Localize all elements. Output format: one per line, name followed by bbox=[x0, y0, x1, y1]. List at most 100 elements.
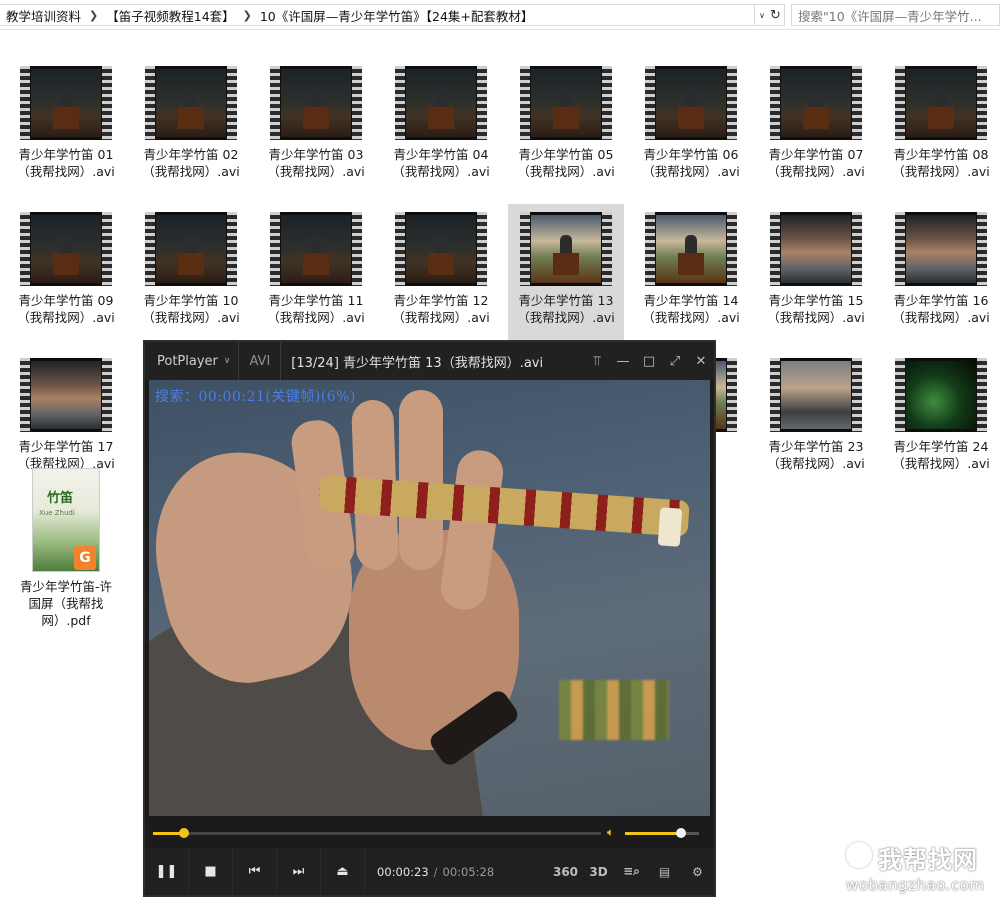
seek-row: 🔈︎ bbox=[145, 818, 714, 848]
file-name[interactable]: 青少年学竹笛 11 （我帮找网）.avi bbox=[260, 292, 372, 326]
thumbnail-desk bbox=[303, 253, 329, 275]
file-name-line: 青少年学竹笛 08 bbox=[893, 147, 989, 162]
refresh-icon[interactable]: ↻ bbox=[767, 4, 785, 26]
file-name-line: 青少年学竹笛 24 bbox=[893, 439, 989, 454]
film-strip-icon bbox=[520, 66, 530, 140]
pause-icon[interactable]: ❚❚ bbox=[145, 848, 189, 895]
video-thumbnail[interactable] bbox=[20, 358, 112, 432]
file-name[interactable]: 青少年学竹笛 07 （我帮找网）.avi bbox=[760, 146, 872, 180]
thumbnail-frame bbox=[156, 215, 226, 283]
file-name[interactable]: 青少年学竹笛 16 （我帮找网）.avi bbox=[885, 292, 997, 326]
potplayer-window[interactable]: PotPlayer ∨ AVI [13/24] 青少年学竹笛 13（我帮找网）.… bbox=[143, 340, 716, 897]
breadcrumb-item[interactable]: 教学培训资料 bbox=[0, 6, 87, 25]
thumbnail-frame bbox=[781, 361, 851, 429]
chevron-right-icon[interactable]: ❯ bbox=[87, 9, 100, 22]
seek-handle[interactable] bbox=[179, 828, 190, 838]
film-strip-icon bbox=[727, 358, 737, 432]
file-name[interactable]: 青少年学竹笛 23 （我帮找网）.avi bbox=[760, 438, 872, 472]
file-name[interactable]: 青少年学竹笛 15 （我帮找网）.avi bbox=[760, 292, 872, 326]
file-name[interactable]: 青少年学竹笛 24 （我帮找网）.avi bbox=[885, 438, 997, 472]
file-name[interactable]: 青少年学竹笛 03 （我帮找网）.avi bbox=[260, 146, 372, 180]
file-name[interactable]: 青少年学竹笛 09 （我帮找网）.avi bbox=[10, 292, 122, 326]
video-thumbnail[interactable] bbox=[520, 212, 612, 286]
volume-slider[interactable] bbox=[625, 828, 699, 838]
film-strip-icon bbox=[395, 66, 405, 140]
pin-icon[interactable]: ⫪ bbox=[584, 342, 610, 380]
file-name[interactable]: 青少年学竹笛 06 （我帮找网）.avi bbox=[635, 146, 747, 180]
video-thumbnail[interactable] bbox=[895, 358, 987, 432]
video-thumbnail[interactable] bbox=[145, 212, 237, 286]
file-name[interactable]: 青少年学竹笛-许 国屏（我帮找 网）.pdf bbox=[10, 578, 122, 629]
file-name-line: 青少年学竹笛 02 bbox=[143, 147, 239, 162]
video-thumbnail[interactable] bbox=[770, 358, 862, 432]
file-name[interactable]: 青少年学竹笛 08 （我帮找网）.avi bbox=[885, 146, 997, 180]
file-name[interactable]: 青少年学竹笛 14 （我帮找网）.avi bbox=[635, 292, 747, 326]
file-name-line: （我帮找网）.avi bbox=[142, 164, 240, 179]
file-name-line: 青少年学竹笛 03 bbox=[268, 147, 364, 162]
vr-360-button[interactable]: 360 bbox=[549, 848, 582, 895]
minimize-icon[interactable]: — bbox=[610, 342, 636, 380]
chevron-right-icon[interactable]: ❯ bbox=[241, 9, 254, 22]
file-name[interactable]: 青少年学竹笛 13 （我帮找网）.avi bbox=[510, 292, 622, 326]
magnifier-icon bbox=[846, 842, 872, 868]
seek-bar[interactable] bbox=[153, 828, 601, 838]
file-name[interactable]: 青少年学竹笛 01 （我帮找网）.avi bbox=[10, 146, 122, 180]
previous-icon[interactable]: ⏮︎ bbox=[233, 848, 277, 895]
breadcrumb[interactable]: 教学培训资料 ❯ 【笛子视频教程14套】 ❯ 10《许国屏—青少年学竹笛》【24… bbox=[0, 4, 755, 26]
video-thumbnail[interactable] bbox=[395, 66, 487, 140]
video-thumbnail[interactable] bbox=[145, 66, 237, 140]
search-input[interactable]: 搜索"10《许国屏—青少年学竹... bbox=[791, 4, 1000, 26]
playlist-search-icon[interactable]: ≡⌕ bbox=[615, 848, 648, 895]
thumbnail-frame bbox=[906, 361, 976, 429]
maximize-icon[interactable]: □ bbox=[636, 342, 662, 380]
close-icon[interactable]: ✕ bbox=[688, 342, 714, 380]
file-name[interactable]: 青少年学竹笛 10 （我帮找网）.avi bbox=[135, 292, 247, 326]
film-strip-icon bbox=[770, 66, 780, 140]
film-strip-icon bbox=[20, 212, 30, 286]
file-name-line: 青少年学竹笛 13 bbox=[518, 293, 614, 308]
video-thumbnail[interactable] bbox=[645, 212, 737, 286]
breadcrumb-item[interactable]: 【笛子视频教程14套】 bbox=[100, 6, 240, 25]
file-name-line: （我帮找网）.avi bbox=[767, 310, 865, 325]
video-thumbnail[interactable] bbox=[270, 66, 362, 140]
file-name[interactable]: 青少年学竹笛 04 （我帮找网）.avi bbox=[385, 146, 497, 180]
thumbnail-desk bbox=[428, 107, 454, 129]
film-strip-icon bbox=[977, 66, 987, 140]
volume-icon[interactable]: 🔈︎ bbox=[607, 825, 614, 840]
3d-button[interactable]: 3D bbox=[582, 848, 615, 895]
fullscreen-icon[interactable]: ⤢ bbox=[662, 342, 688, 380]
video-frame[interactable]: 搜索：00:00:21(关键帧)(6%) bbox=[149, 380, 710, 816]
video-thumbnail[interactable] bbox=[895, 212, 987, 286]
eject-icon[interactable]: ⏏︎ bbox=[321, 848, 365, 895]
file-name-line: 青少年学竹笛 14 bbox=[643, 293, 739, 308]
player-title: [13/24] 青少年学竹笛 13（我帮找网）.avi bbox=[291, 355, 544, 371]
pdf-cover-title: 竹笛 bbox=[47, 491, 74, 506]
file-name[interactable]: 青少年学竹笛 12 （我帮找网）.avi bbox=[385, 292, 497, 326]
film-strip-icon bbox=[145, 66, 155, 140]
next-icon[interactable]: ⏭︎ bbox=[277, 848, 321, 895]
video-thumbnail[interactable] bbox=[520, 66, 612, 140]
breadcrumb-item[interactable]: 10《许国屏—青少年学竹笛》【24集+配套教材】 bbox=[254, 6, 540, 25]
video-thumbnail[interactable] bbox=[395, 212, 487, 286]
film-strip-icon bbox=[102, 358, 112, 432]
video-thumbnail[interactable] bbox=[20, 66, 112, 140]
film-strip-icon bbox=[727, 66, 737, 140]
video-thumbnail[interactable] bbox=[770, 212, 862, 286]
volume-handle[interactable] bbox=[675, 828, 686, 838]
video-thumbnail[interactable] bbox=[270, 212, 362, 286]
file-name[interactable]: 青少年学竹笛 17 （我帮找网）.avi bbox=[10, 438, 122, 472]
player-titlebar[interactable]: PotPlayer ∨ AVI [13/24] 青少年学竹笛 13（我帮找网）.… bbox=[145, 342, 714, 380]
stop-icon[interactable]: ■ bbox=[189, 848, 233, 895]
video-thumbnail[interactable] bbox=[895, 66, 987, 140]
file-name[interactable]: 青少年学竹笛 02 （我帮找网）.avi bbox=[135, 146, 247, 180]
video-thumbnail[interactable] bbox=[770, 66, 862, 140]
player-menu-button[interactable]: PotPlayer ∨ bbox=[145, 354, 238, 369]
file-name[interactable]: 青少年学竹笛 05 （我帮找网）.avi bbox=[510, 146, 622, 180]
settings-icon[interactable]: ⚙︎ bbox=[681, 848, 714, 895]
chevron-down-icon: ∨ bbox=[223, 356, 231, 366]
video-thumbnail[interactable] bbox=[20, 212, 112, 286]
video-thumbnail[interactable] bbox=[645, 66, 737, 140]
film-strip-icon bbox=[602, 212, 612, 286]
file-name-line: （我帮找网）.avi bbox=[142, 310, 240, 325]
playlist-icon[interactable]: ▤ bbox=[648, 848, 681, 895]
